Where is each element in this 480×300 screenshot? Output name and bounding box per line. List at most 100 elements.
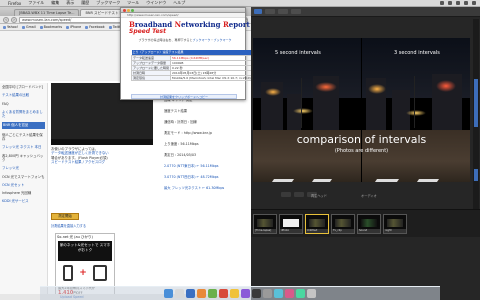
clock-icon[interactable] bbox=[464, 1, 468, 5]
list-item: 速度テスト結果 bbox=[164, 109, 188, 113]
right-column: 複数選択カウンタ回線 キャリア 測定速度テスト結果通信時 : 計測日 : 回線測… bbox=[156, 83, 251, 298]
result-table: 上り（アップロード）速度テスト結果 データ転送速度 56.11Mbps (4.62… bbox=[130, 50, 253, 81]
video-preview[interactable]: 5 second intervals 3 second intervals co… bbox=[253, 38, 470, 182]
bookmark-icon bbox=[108, 25, 112, 29]
nav-link[interactable]: 2.0770 (NTT東日本) ← 56.11Mbps bbox=[164, 164, 219, 168]
menu-item-app[interactable]: Firefox bbox=[8, 1, 21, 6]
clip-timeline: [Time-lapse] iPhoto Untitled TL_clip Sou… bbox=[251, 209, 480, 237]
toolbar-button[interactable] bbox=[278, 9, 288, 14]
bookmark-item[interactable]: Gmail bbox=[22, 25, 36, 29]
bookmark-icon bbox=[3, 25, 6, 29]
measure-start-button[interactable]: 測定開始 bbox=[51, 213, 79, 220]
tab-1[interactable]: [BBAD-WBX 11 Time Lapse Te... bbox=[14, 9, 80, 16]
notes-icon[interactable] bbox=[230, 289, 239, 298]
menu-item-help[interactable]: ヘルプ bbox=[173, 0, 185, 6]
messages-icon[interactable] bbox=[208, 289, 217, 298]
menu-bar: Firefox ファイル 編集 表示 履歴 ブックマーク ツール ウインドウ ヘ… bbox=[0, 0, 480, 7]
wifi-icon[interactable] bbox=[440, 1, 444, 5]
bookmark-label: Yahoo! bbox=[7, 25, 19, 29]
bookmark-item[interactable]: Facebook bbox=[85, 25, 105, 29]
nav-link[interactable]: 3.0770 (NTT西日本) ← 48.72Mbps bbox=[164, 175, 219, 179]
screen: Firefox ファイル 編集 表示 履歴 ブックマーク ツール ウインドウ ヘ… bbox=[0, 0, 480, 300]
back-icon[interactable]: ‹ bbox=[3, 16, 9, 23]
menu-item-edit[interactable]: 編集 bbox=[51, 0, 59, 6]
manual-entry-link[interactable]: 計測結果を直接入力する bbox=[51, 223, 86, 228]
video-controls[interactable] bbox=[51, 139, 153, 145]
volume-icon[interactable] bbox=[448, 1, 452, 5]
toolbar-button[interactable] bbox=[265, 9, 275, 14]
toolbar-button[interactable] bbox=[291, 9, 301, 14]
nav-link[interactable]: 最大 フレッツ光ネクスト ← 61.30Mbps bbox=[164, 186, 224, 190]
firefox-icon[interactable] bbox=[197, 289, 206, 298]
trash-icon[interactable] bbox=[307, 289, 316, 298]
battery-icon[interactable] bbox=[456, 1, 460, 5]
app-store-icon[interactable] bbox=[274, 289, 283, 298]
clip-label: Untitled bbox=[306, 229, 328, 233]
nav-link[interactable]: テスト結果の比較 bbox=[2, 93, 45, 97]
calendar-icon[interactable] bbox=[219, 289, 228, 298]
spotlight-icon[interactable] bbox=[472, 1, 476, 5]
list-item: OCN 光でスマートフォンも bbox=[2, 174, 45, 179]
dock bbox=[40, 286, 440, 300]
finder-icon[interactable] bbox=[164, 289, 173, 298]
bookmark-item[interactable]: Bookmarks bbox=[39, 25, 63, 29]
nav-link[interactable]: フレッツ光 bbox=[2, 166, 45, 170]
launchpad-icon[interactable] bbox=[175, 289, 184, 298]
menu-item-tools[interactable]: ツール bbox=[127, 0, 139, 6]
forward-icon[interactable]: › bbox=[11, 16, 17, 23]
menu-item-history[interactable]: 履歴 bbox=[81, 0, 89, 6]
preferences-icon[interactable] bbox=[263, 289, 272, 298]
clip-strip: [Time-lapse] iPhoto Untitled TL_clip Sou… bbox=[253, 214, 407, 234]
row-value: Mozilla/5.0 (Macintosh; Intel Mac OS X 1… bbox=[170, 74, 253, 81]
zoom-icon[interactable] bbox=[131, 8, 134, 12]
clip-thumbnail[interactable]: Sound bbox=[357, 214, 381, 234]
menu-item-file[interactable]: ファイル bbox=[28, 0, 44, 6]
plus-icon: + bbox=[79, 268, 87, 278]
copy-to-clipboard-link[interactable]: 計測結果をクリップボードへコピー bbox=[131, 94, 237, 99]
close-icon[interactable] bbox=[123, 8, 126, 12]
photos-icon[interactable] bbox=[285, 289, 294, 298]
row-label: 測定環境 bbox=[130, 74, 172, 81]
row-label: アップロードに要した時間 bbox=[130, 64, 172, 71]
list-item: 各2,800円 キャッシュバック bbox=[2, 153, 44, 162]
bookmark-item[interactable]: Yahoo! bbox=[3, 25, 18, 29]
clip-thumbnail[interactable]: night bbox=[383, 214, 407, 234]
overlay-subtitle: (Photos are different) bbox=[334, 148, 389, 154]
menu-item-window[interactable]: ウインドウ bbox=[146, 0, 166, 6]
minimize-icon[interactable] bbox=[127, 8, 130, 12]
menu-item-bookmarks[interactable]: ブックマーク bbox=[96, 0, 120, 6]
nav-link[interactable]: OCN 光セット bbox=[2, 183, 45, 187]
nav-link[interactable]: フレッツ光 ネクスト 本日 bbox=[2, 145, 45, 149]
scroll-marker[interactable] bbox=[474, 169, 478, 181]
itunes-icon[interactable] bbox=[241, 289, 250, 298]
left-interval-label: 5 second intervals bbox=[275, 50, 321, 56]
scroll-marker[interactable] bbox=[474, 79, 478, 127]
clip-thumbnail[interactable]: TL_clip bbox=[331, 214, 355, 234]
nav-link[interactable]: KDDI 光サービス bbox=[2, 199, 45, 203]
bookmark-link[interactable]: ブックマーク bbox=[193, 38, 211, 42]
menu-item-view[interactable]: 表示 bbox=[66, 0, 74, 6]
video-editor-icon[interactable] bbox=[252, 289, 261, 298]
speedtest-popup: http://www.musen-lan.com/speed/ Broadban… bbox=[120, 7, 253, 100]
text-link[interactable]: スピードテスト結果 / アクセスログ bbox=[51, 160, 153, 164]
nav-link[interactable]: よくある質問をまとめました bbox=[2, 110, 45, 119]
status-icons bbox=[440, 1, 480, 5]
frame-divider bbox=[361, 38, 362, 182]
bookmark-link-2[interactable]: ブックマーク bbox=[213, 38, 231, 42]
bookmark-label: Bookmarks bbox=[43, 25, 63, 29]
clip-thumbnail-selected[interactable]: Untitled bbox=[305, 214, 329, 234]
control-button[interactable] bbox=[281, 192, 291, 197]
toolbar-button[interactable] bbox=[254, 9, 262, 14]
editor-scrollbar[interactable] bbox=[473, 19, 479, 219]
ad-banner-text: 家のネット&光セットで スマホがおトク bbox=[58, 241, 112, 261]
safari-icon[interactable] bbox=[186, 289, 195, 298]
clip-thumbnail[interactable]: [Time-lapse] bbox=[253, 214, 277, 234]
preview-right-frame: 3 second intervals bbox=[362, 38, 470, 182]
clip-thumbnail[interactable]: iPhoto bbox=[279, 214, 303, 234]
overlay-title: comparison of intervals bbox=[296, 133, 427, 146]
bookmark-item[interactable]: iPhone bbox=[66, 25, 81, 29]
audio-label: オーディオ bbox=[361, 194, 377, 198]
playhead-label: 再生ヘッド bbox=[311, 194, 327, 198]
facetime-icon[interactable] bbox=[296, 289, 305, 298]
control-button[interactable] bbox=[294, 192, 304, 197]
